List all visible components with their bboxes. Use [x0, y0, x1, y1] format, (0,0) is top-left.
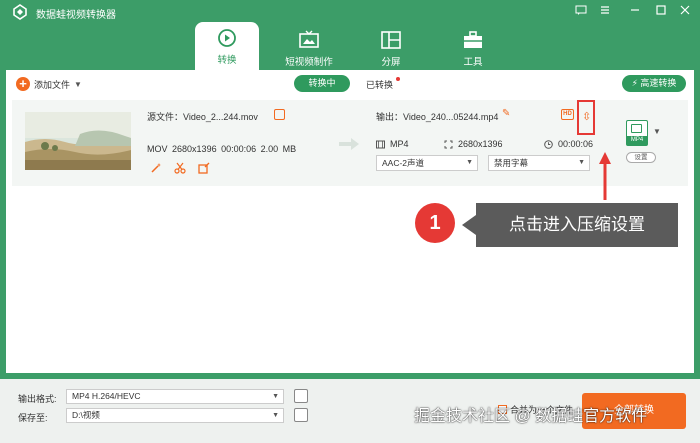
watermark-text: 掘金技术社区 @ 数据蛙官方软件 — [414, 408, 648, 425]
format-settings-icon[interactable] — [294, 389, 308, 403]
add-file-label: 添加文件 — [34, 79, 71, 90]
tab-converting[interactable]: 转换中 — [294, 75, 350, 92]
save-to-label: 保存至: — [18, 413, 48, 423]
title-bar: 数据蛙视频转换器 — [0, 0, 700, 24]
split-screen-icon — [381, 31, 401, 49]
file-row: 源文件：Video_2...244.mov MOV 2680x1396 00:0… — [12, 100, 688, 186]
tab-label: 短视频制作 — [285, 57, 333, 68]
format-badge-label: MP4 — [627, 136, 647, 145]
audio-track-value: AAC-2声道 — [382, 158, 425, 168]
notification-dot — [396, 77, 400, 81]
output-format: MP4 — [390, 139, 409, 149]
film-icon — [376, 140, 385, 148]
output-format-select[interactable]: MP4 H.264/HEVC ▼ — [66, 389, 284, 404]
pencil-icon[interactable]: ✎ — [502, 108, 510, 119]
tab-label: 工具 — [463, 57, 483, 68]
save-to-select[interactable]: D:\视频 ▼ — [66, 408, 284, 423]
output-format-value: MP4 H.264/HEVC — [72, 391, 141, 401]
folder-icon[interactable] — [294, 408, 308, 422]
tab-label: 转换 — [217, 55, 237, 66]
video-file-icon — [631, 124, 642, 133]
lightning-icon: ⚡ — [631, 78, 638, 88]
chevron-down-icon: ▼ — [272, 412, 279, 419]
output-file-name: 输出：Video_240...05244.mp4 — [376, 112, 499, 122]
save-to-value: D:\视频 — [72, 410, 100, 420]
scissors-icon[interactable] — [174, 162, 186, 174]
edit-frame-icon[interactable] — [198, 162, 210, 174]
close-icon[interactable] — [678, 4, 692, 18]
toolbox-icon — [464, 31, 482, 48]
subtitle-select[interactable]: 禁用字幕 ▼ — [488, 155, 590, 171]
audio-track-select[interactable]: AAC-2声道 ▼ — [376, 155, 478, 171]
arrow-right-icon — [339, 138, 359, 150]
app-title: 数据蛙视频转换器 — [36, 10, 116, 21]
tab-label: 分屏 — [381, 57, 401, 68]
edit-tools — [150, 162, 210, 174]
chevron-down-icon: ▼ — [466, 159, 473, 166]
magic-wand-icon[interactable] — [150, 162, 162, 174]
step-number-badge: 1 — [415, 203, 455, 243]
output-duration-info: 00:00:06 — [544, 139, 593, 149]
chevron-down-icon[interactable]: ▼ — [653, 127, 661, 136]
source-format: MOV — [147, 144, 168, 154]
settings-button[interactable]: 设置 — [626, 152, 656, 163]
output-format-badge[interactable]: MP4 — [626, 120, 648, 146]
output-resolution: 2680x1396 — [458, 139, 503, 149]
subtitle-value: 禁用字幕 — [494, 158, 529, 168]
chevron-down-icon: ▼ — [272, 393, 279, 400]
source-file-name: 源文件：Video_2...244.mov — [147, 112, 258, 122]
source-duration: 00:00:06 — [221, 144, 257, 154]
output-resolution-info: 2680x1396 — [444, 139, 503, 149]
callout-text: 点击进入压缩设置 — [476, 203, 678, 247]
feedback-icon[interactable] — [574, 4, 588, 18]
clock-icon — [544, 139, 553, 149]
expand-icon — [444, 140, 453, 148]
red-arrow-annotation — [599, 152, 611, 200]
output-format-label: 输出格式: — [18, 394, 57, 404]
maximize-icon[interactable] — [654, 4, 668, 18]
minimize-icon[interactable] — [628, 4, 642, 18]
menu-icon[interactable] — [598, 4, 612, 18]
source-size: 2.00 MB — [260, 144, 297, 154]
tv-icon — [299, 30, 319, 48]
add-file-button[interactable]: + 添加文件 ▼ — [16, 76, 82, 92]
toolbar: + 添加文件 ▼ 转换中 已转换 ⚡ 高速转换 — [6, 70, 694, 98]
tab-converted[interactable]: 已转换 — [366, 78, 393, 91]
tab-tools[interactable]: 工具 — [441, 24, 505, 70]
tab-short-video[interactable]: 短视频制作 — [277, 24, 341, 70]
plus-icon: + — [16, 77, 30, 91]
compress-highlight: ⇳ — [577, 100, 595, 135]
refresh-play-icon — [218, 29, 236, 47]
hd-icon[interactable]: HD — [561, 109, 574, 120]
source-resolution: 2680x1396 — [172, 144, 217, 154]
video-thumbnail[interactable] — [25, 112, 131, 170]
tab-split-screen[interactable]: 分屏 — [359, 24, 423, 70]
info-icon[interactable] — [274, 109, 285, 120]
high-speed-label: 高速转换 — [640, 78, 677, 88]
source-metadata: MOV 2680x1396 00:00:06 2.00 MB — [147, 144, 296, 154]
chevron-down-icon: ▼ — [578, 159, 585, 166]
output-duration: 00:00:06 — [558, 139, 594, 149]
compress-icon[interactable]: ⇳ — [582, 111, 591, 123]
callout-pointer — [462, 215, 476, 235]
chevron-down-icon[interactable]: ▼ — [74, 80, 82, 89]
high-speed-button[interactable]: ⚡ 高速转换 — [622, 75, 686, 92]
tab-convert[interactable]: 转换 — [195, 22, 259, 70]
output-format-info: MP4 — [376, 139, 409, 149]
app-logo-icon — [13, 4, 27, 20]
